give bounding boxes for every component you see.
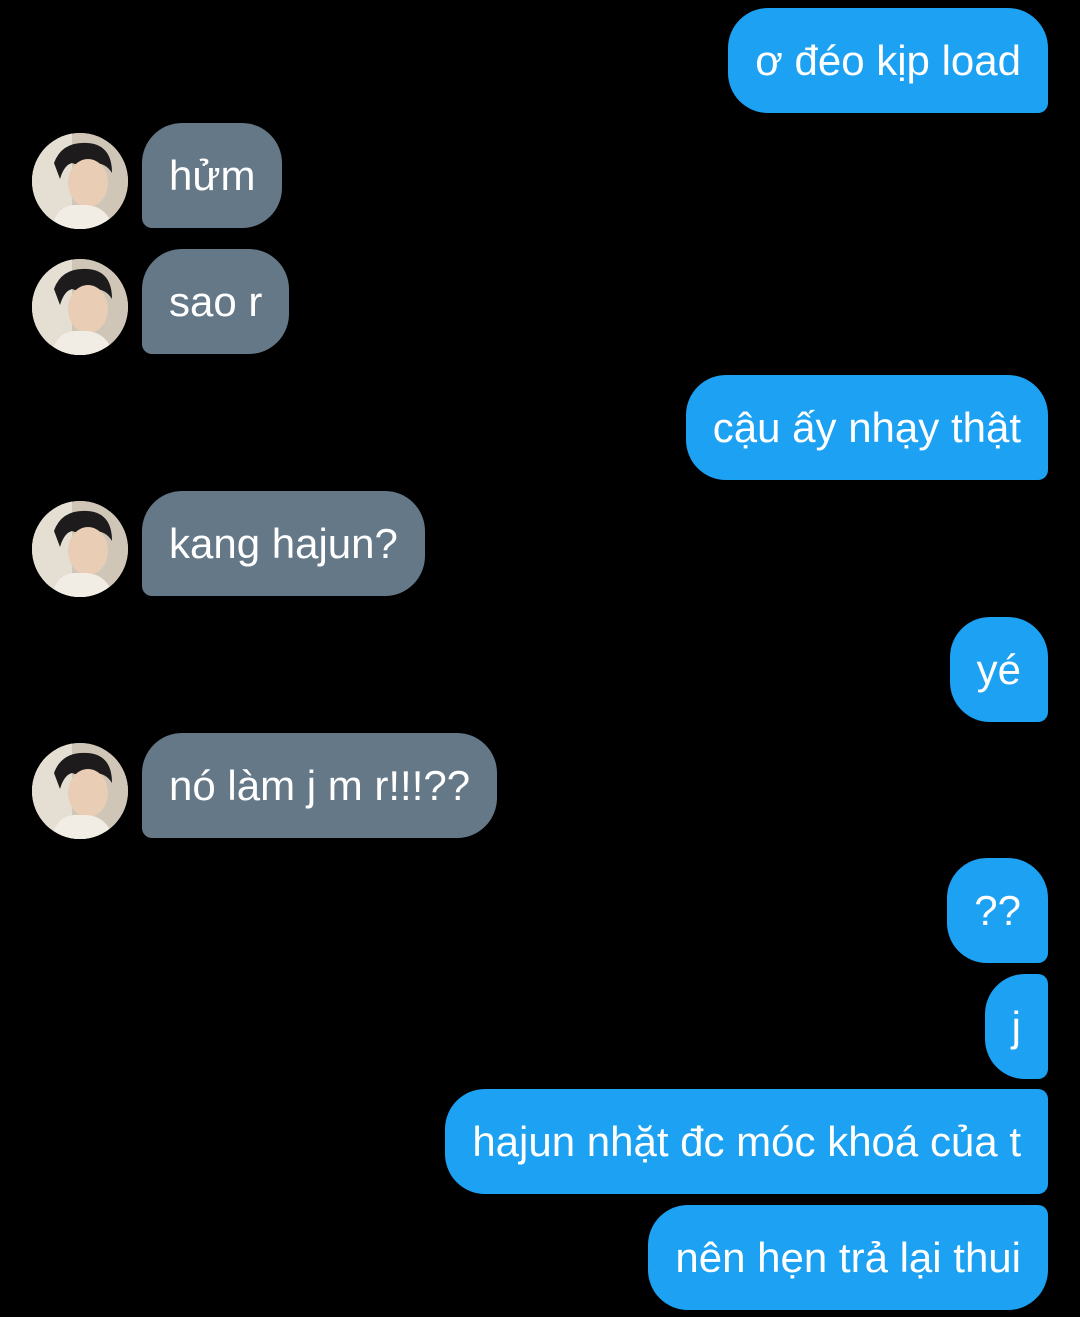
message-text: kang hajun?	[169, 519, 398, 567]
outgoing-message-bubble[interactable]: ơ đéo kịp load	[728, 8, 1048, 113]
incoming-message-bubble[interactable]: hửm	[142, 123, 283, 228]
message-text: nó làm j m r!!!??	[169, 761, 471, 809]
message-text: cậu ấy nhạy thật	[712, 403, 1021, 451]
outgoing-message-bubble[interactable]: nên hẹn trả lại thui	[648, 1205, 1048, 1310]
contact-avatar[interactable]	[32, 743, 128, 839]
avatar-photo-icon	[32, 259, 128, 355]
message-text: sao r	[169, 277, 263, 325]
incoming-message-bubble[interactable]: nó làm j m r!!!??	[142, 733, 498, 838]
incoming-message-bubble[interactable]: kang hajun?	[142, 491, 425, 596]
message-text: j	[1011, 1002, 1021, 1050]
outgoing-message-bubble[interactable]: ??	[947, 858, 1048, 963]
contact-avatar[interactable]	[32, 501, 128, 597]
outgoing-message-bubble[interactable]: hajun nhặt đc móc khoá của t	[445, 1089, 1048, 1194]
avatar-photo-icon	[32, 501, 128, 597]
message-text: nên hẹn trả lại thui	[675, 1233, 1021, 1281]
message-text: yé	[976, 645, 1021, 693]
outgoing-message-bubble[interactable]: yé	[949, 617, 1048, 722]
message-text: hajun nhặt đc móc khoá của t	[472, 1117, 1021, 1165]
chat-thread: ơ đéo kịp load hửm sao r cậu ấy nhạy thậ…	[0, 0, 1080, 1317]
contact-avatar[interactable]	[32, 133, 128, 229]
avatar-photo-icon	[32, 743, 128, 839]
message-text: hửm	[169, 151, 256, 199]
incoming-message-bubble[interactable]: sao r	[142, 249, 290, 354]
avatar-photo-icon	[32, 133, 128, 229]
outgoing-message-bubble[interactable]: cậu ấy nhạy thật	[685, 375, 1048, 480]
message-text: ??	[974, 886, 1021, 934]
contact-avatar[interactable]	[32, 259, 128, 355]
message-text: ơ đéo kịp load	[755, 36, 1021, 84]
outgoing-message-bubble[interactable]: j	[984, 974, 1048, 1079]
